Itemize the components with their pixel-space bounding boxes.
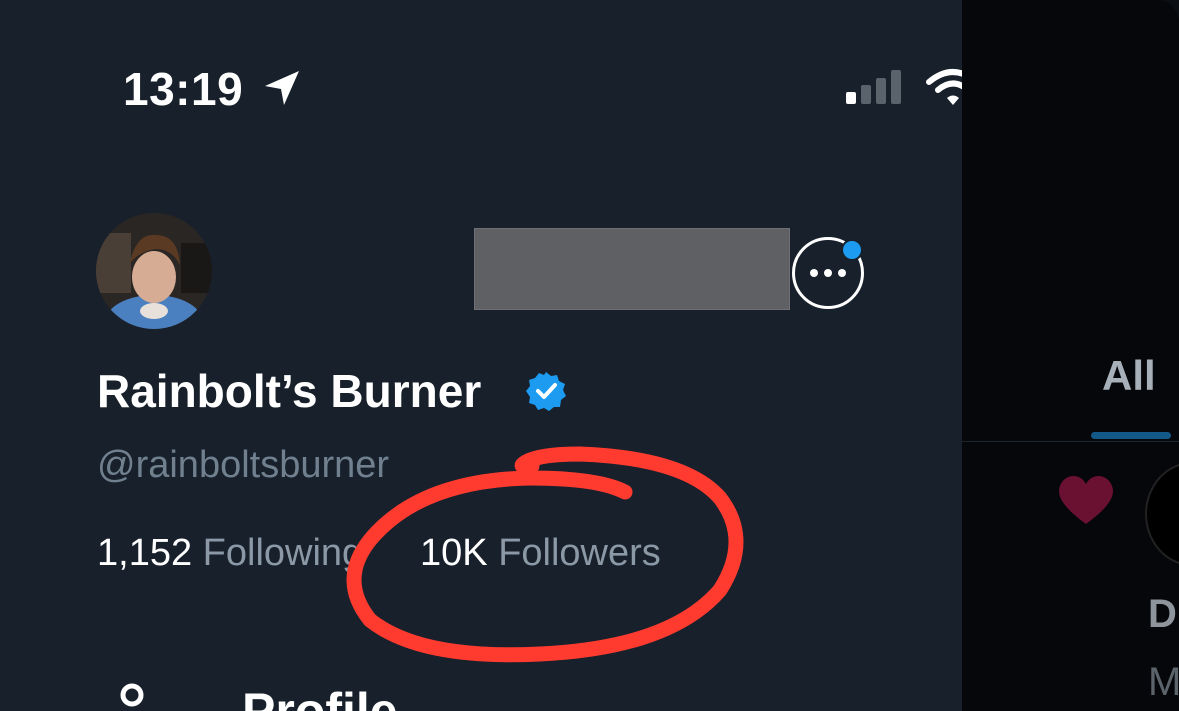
verified-badge-icon: [526, 372, 566, 411]
followers-count: 10K: [420, 532, 488, 574]
background-timeline-panel: All D M: [962, 0, 1179, 711]
tab-indicator: [1091, 432, 1171, 439]
notification-title-partial: D: [1148, 592, 1177, 636]
notification-avatar[interactable]: [1145, 462, 1179, 566]
divider: [962, 441, 1179, 442]
display-name: Rainbolt’s Burner: [97, 365, 482, 417]
cellular-signal-icon: [846, 70, 901, 104]
followers-stat[interactable]: 10K Followers: [420, 532, 661, 575]
redacted-area: [474, 228, 790, 310]
notification-text-partial: M: [1148, 660, 1179, 704]
following-count: 1,152: [97, 532, 193, 574]
person-icon: [120, 683, 144, 707]
account-drawer: 13:19 Rainbolt’s Burner @rainboltsburner…: [0, 0, 962, 711]
followers-label: Followers: [498, 532, 661, 574]
tab-all[interactable]: All: [1102, 352, 1156, 400]
avatar[interactable]: [96, 213, 212, 329]
location-arrow-icon: [265, 71, 299, 105]
following-stat[interactable]: 1,152 Following: [97, 532, 363, 575]
ellipsis-icon: [810, 269, 846, 277]
user-handle: @rainboltsburner: [97, 444, 390, 486]
status-time: 13:19: [123, 63, 244, 115]
notification-dot: [841, 239, 863, 261]
avatar-photo: [96, 213, 212, 329]
menu-item-profile[interactable]: Profile: [242, 682, 398, 711]
heart-icon: [1059, 475, 1113, 524]
following-label: Following: [202, 532, 364, 574]
wifi-icon: [926, 69, 962, 105]
